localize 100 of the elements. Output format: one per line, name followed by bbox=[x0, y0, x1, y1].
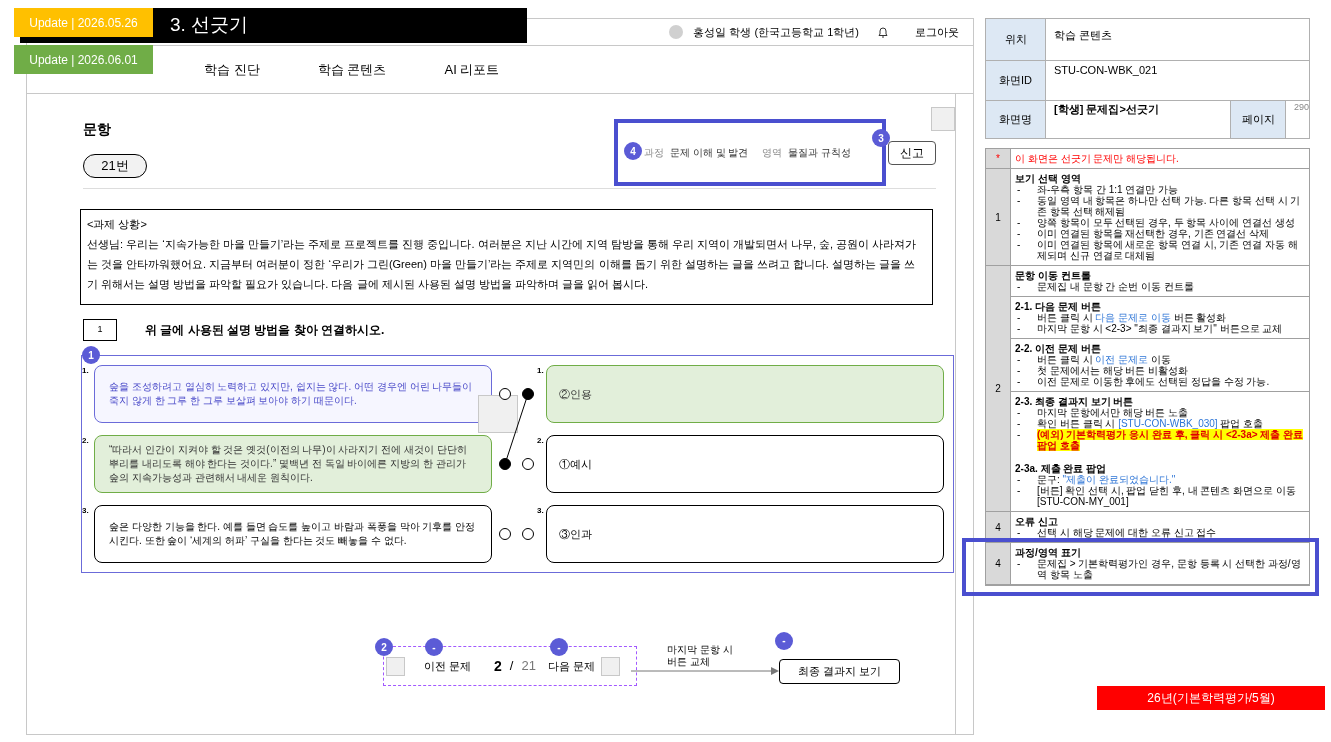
update-badge: Update | 2026.06.01 bbox=[14, 45, 153, 74]
notice-text: 이 화면은 선긋기 문제만 해당됩니다. bbox=[1015, 153, 1179, 164]
question-number: 21번 bbox=[83, 154, 147, 178]
item-index: 1. bbox=[537, 365, 544, 377]
next-button[interactable]: 다음 문제 bbox=[547, 657, 595, 675]
spec-heading: 과정/영역 표기 bbox=[1015, 547, 1081, 558]
bullet-marker: - bbox=[1016, 558, 1022, 571]
left-option[interactable]: 숲을 조성하려고 열심히 노력하고 있지만, 쉽지는 않다. 어떤 경우엔 어린 나무들이 죽지 않게 한 그루 한 그루 보살펴 보아야 하기 때문이다. bbox=[94, 365, 492, 423]
current-page: 2 bbox=[494, 656, 502, 676]
version-tag: 26년(기본학력평가/5월) bbox=[1097, 686, 1325, 710]
annotation-marker: 4 bbox=[624, 142, 642, 160]
bullet-marker: - bbox=[1016, 184, 1022, 195]
tag-label: 과정 bbox=[644, 146, 664, 160]
item-index: 1. bbox=[82, 365, 89, 377]
bullet-marker: - bbox=[1016, 376, 1022, 387]
bullet-marker: - bbox=[1016, 429, 1022, 442]
spec-label: 화면명 bbox=[986, 101, 1046, 138]
right-option[interactable]: ②인용 bbox=[546, 365, 944, 423]
final-result-button[interactable]: 최종 결과지 보기 bbox=[779, 658, 900, 684]
spec-label: 위치 bbox=[986, 19, 1046, 61]
avatar-icon bbox=[669, 25, 684, 39]
spec-text: 확인 버튼 클릭 시 [STU-CON-WBK_030] 팝업 호출 bbox=[1037, 418, 1264, 429]
bullet-marker: - bbox=[1016, 239, 1022, 252]
spec-text: [버튼] 확인 선택 시, 팝업 닫힌 후, 내 콘텐츠 화면으로 이동 [STU-CON-MY_001] bbox=[1037, 485, 1297, 507]
row-number: 4 bbox=[986, 543, 1011, 584]
spec-text: 이미 연결된 항목을 재선택한 경우, 기존 연결선 삭제 bbox=[1037, 228, 1270, 239]
tag-label: 영역 bbox=[762, 146, 783, 160]
annotation-marker: 1 bbox=[82, 346, 100, 364]
screen-title: 3. 선긋기 bbox=[170, 13, 249, 38]
bullet-marker: - bbox=[1016, 474, 1022, 485]
spec-heading: 문항 이동 컨트롤 bbox=[1015, 270, 1091, 281]
spec-heading: 2-2. 이전 문제 버튼 bbox=[1015, 343, 1101, 354]
nav-tab[interactable]: 학습 진단 bbox=[172, 59, 292, 80]
annotation-marker: 2 bbox=[375, 638, 393, 656]
spec-text: 선택 시 해당 문제에 대한 오류 신고 접수 bbox=[1037, 527, 1217, 538]
passage-heading: <과제 상황> bbox=[87, 217, 148, 232]
spec-heading: 오류 신고 bbox=[1015, 516, 1058, 527]
spec-text: 양쪽 항목이 모두 선택된 경우, 두 항목 사이에 연결선 생성 bbox=[1037, 217, 1295, 228]
spec-heading: 2-1. 다음 문제 버튼 bbox=[1015, 301, 1101, 312]
annotation-marker: 3 bbox=[872, 129, 890, 147]
spec-text: 좌-우측 항목 간 1:1 연결만 가능 bbox=[1037, 184, 1179, 195]
bullet-marker: - bbox=[1016, 485, 1022, 498]
spec-text: 이전 문제로 이동한 후에도 선택된 정답을 수정 가능. bbox=[1037, 376, 1270, 387]
bullet-marker: - bbox=[1016, 527, 1022, 538]
logout-link[interactable]: 로그아웃 bbox=[915, 23, 959, 41]
spec-text: 마지막 문항에서만 해당 버튼 노출 bbox=[1037, 407, 1189, 418]
row-number: 1 bbox=[986, 169, 1011, 265]
passage-text: 선생님: 우리는 ‘지속가능한 마을 만들기’라는 주제로 프로젝트를 진행 중입니다. 여러분은 지난 시간에 지역 탐방을 통해 우리 지역이 개발되면서 나무, 숲, 공원이 사라져가는 것을 안타까워했어요. 지금부터 여러분이 정한 ‘우리가 그린(Green) 마을 만들기’라는 주제로 지역민의 이해를 돕기 위한 설명하는 글을 쓰려고 합니다. 설명하는 글을 쓰기 위해서는 설명 방법을 파악할 필요가 있습니다. 다음 글에 제시된 사용된 설명 방법을 파악하며 글을 읽어 봅시다. bbox=[87, 237, 918, 292]
spec-heading: 2-3a. 제출 완료 팝업 bbox=[1015, 463, 1107, 474]
prompt-text: 위 글에 사용된 설명 방법을 찾아 연결하시오. bbox=[145, 322, 385, 339]
spec-text: 버튼 클릭 시 다음 문제로 이동 버튼 활성화 bbox=[1037, 312, 1227, 323]
prompt-number: 1 bbox=[83, 319, 117, 341]
page-number: 290 bbox=[1292, 101, 1309, 114]
tag-value: 물질과 규칙성 bbox=[788, 146, 852, 160]
bullet-marker: - bbox=[1016, 312, 1022, 323]
update-badge: Update | 2026.05.26 bbox=[14, 8, 153, 37]
spec-text: 이미 연결된 항목에 새로운 항목 연결 시, 기존 연결 자동 해제되며 신규 연결로 대체됨 bbox=[1037, 239, 1299, 261]
report-button[interactable]: 신고 bbox=[888, 140, 936, 165]
spec-label: 페이지 bbox=[1231, 101, 1286, 138]
item-index: 3. bbox=[537, 505, 544, 517]
spec-text: 마지막 문항 시 <2-3> "최종 결과지 보기" 버튼으로 교체 bbox=[1037, 323, 1283, 334]
item-index: 2. bbox=[537, 435, 544, 447]
item-index: 2. bbox=[82, 435, 89, 447]
placeholder-square bbox=[386, 656, 405, 676]
annotation-note: 마지막 문항 시 버튼 교체 bbox=[667, 644, 734, 668]
placeholder-square bbox=[601, 656, 620, 676]
bullet-marker: - bbox=[1016, 418, 1022, 429]
right-option[interactable]: ①예시 bbox=[546, 435, 944, 493]
spec-text: 첫 문제에서는 해당 버튼 비활성화 bbox=[1037, 365, 1189, 376]
annotation-marker: - bbox=[775, 631, 793, 650]
section-title: 문항 bbox=[83, 120, 112, 139]
annotation-marker: - bbox=[550, 638, 568, 656]
nav-tab[interactable]: 학습 콘텐츠 bbox=[292, 59, 412, 80]
bell-icon[interactable] bbox=[877, 25, 889, 39]
row-number: 2 bbox=[986, 266, 1011, 511]
row-number: * bbox=[986, 149, 1011, 168]
left-option[interactable]: “따라서 인간이 지켜야 할 것은 옛것(이전의 나무)이 사라지기 전에 새것이 단단히 뿌리를 내리도록 해야 한다는 것이다.” 몇백년 전 독일 바이에른 지방의 한 관리가 숲의 지속가능성과 관련해서 내세운 원칙이다. bbox=[94, 435, 492, 493]
spec-text: 문제집 > 기본학력평가인 경우, 문항 등록 시 선택한 과정/영역 항목 노출 bbox=[1037, 558, 1302, 580]
spec-label: 화면ID bbox=[986, 61, 1046, 101]
bullet-marker: - bbox=[1016, 354, 1022, 365]
right-option[interactable]: ③인과 bbox=[546, 505, 944, 563]
nav-tab[interactable]: AI 리포트 bbox=[412, 59, 532, 80]
bullet-marker: - bbox=[1016, 365, 1022, 376]
page-total: 21 bbox=[521, 657, 536, 676]
spec-text: 문구: "제출이 완료되었습니다." bbox=[1037, 474, 1176, 485]
item-index: 3. bbox=[82, 505, 89, 517]
page-separator: / bbox=[509, 657, 514, 676]
bullet-marker: - bbox=[1016, 195, 1022, 208]
annotation-marker: - bbox=[425, 638, 443, 656]
left-option[interactable]: 숲은 다양한 기능을 한다. 예를 들면 습도를 높이고 바람과 폭풍을 막아 기후를 안정시킨다. 또한 숲이 ‘세계의 허파’ 구실을 한다는 것도 빼놓을 수 없다. bbox=[94, 505, 492, 563]
spec-text: 문제집 내 문항 간 순번 이동 컨트롤 bbox=[1037, 281, 1194, 292]
placeholder-square bbox=[478, 395, 518, 433]
spec-text: (예외) 기본학력평가 응시 완료 후, 클릭 시 <2-3a> 제출 완료 팝업 호출 bbox=[1037, 429, 1305, 451]
prev-button[interactable]: 이전 문제 bbox=[424, 657, 472, 675]
bullet-marker: - bbox=[1016, 228, 1022, 239]
tag-value: 문제 이해 및 발견 bbox=[670, 146, 749, 160]
user-name: 홍성일 학생 (한국고등학교 1학년) bbox=[693, 24, 859, 40]
bullet-marker: - bbox=[1016, 217, 1022, 228]
bullet-marker: - bbox=[1016, 281, 1022, 292]
spec-heading: 보기 선택 영역 bbox=[1015, 173, 1081, 184]
